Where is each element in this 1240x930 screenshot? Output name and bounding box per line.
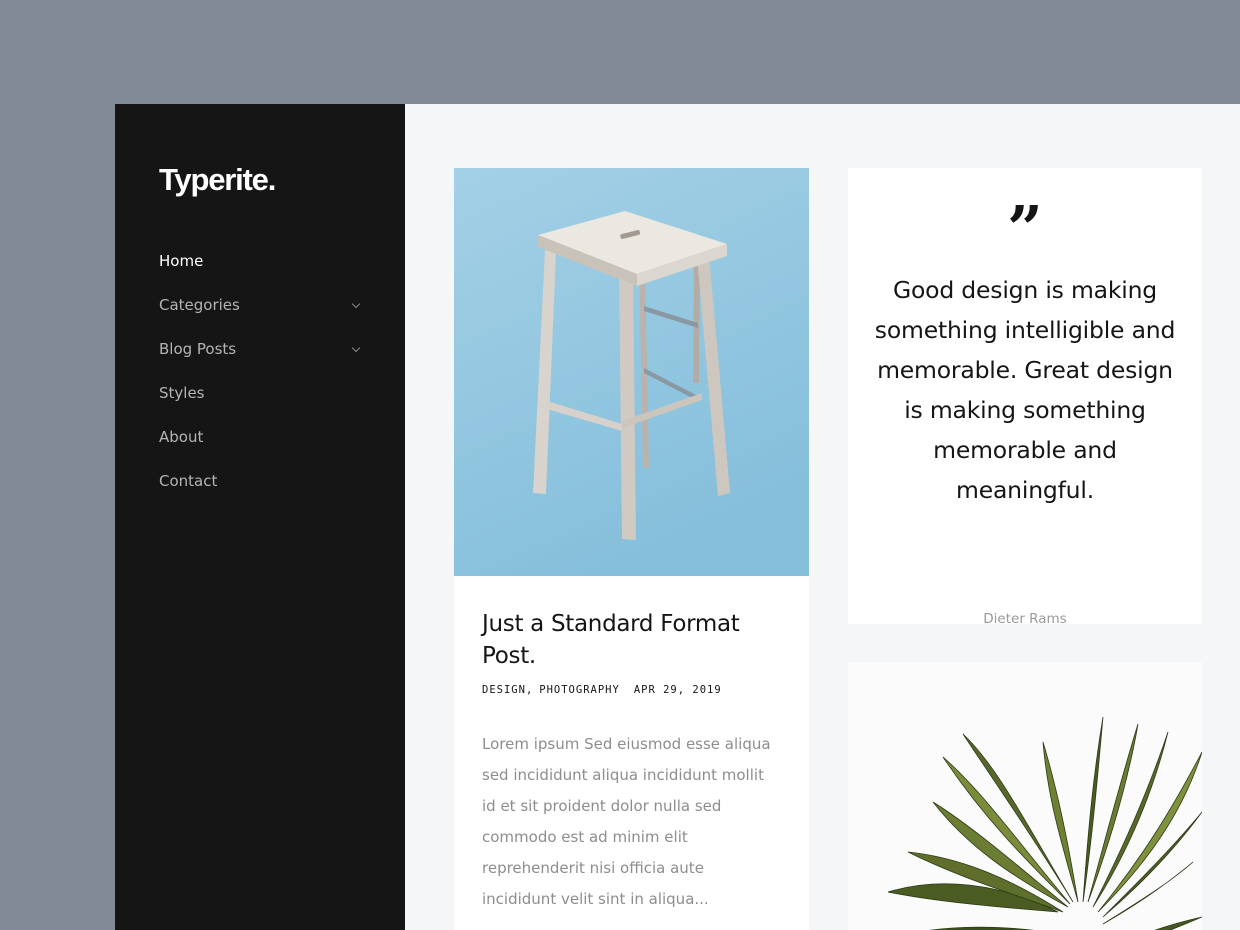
nav-item-label: Contact bbox=[159, 472, 218, 490]
sidebar: Typerite. Home Categories Blog Posts Sty… bbox=[115, 104, 405, 930]
post-body: Just a Standard Format Post. DESIGN , PH… bbox=[454, 576, 809, 915]
nav-item-blog-posts[interactable]: Blog Posts bbox=[159, 337, 364, 381]
post-category-link[interactable]: DESIGN bbox=[482, 684, 526, 696]
nav-item-label: About bbox=[159, 428, 204, 446]
nav-item-home[interactable]: Home bbox=[159, 249, 364, 293]
quote-author: Dieter Rams bbox=[983, 611, 1067, 627]
nav-item-label: Categories bbox=[159, 296, 240, 314]
nav-item-styles[interactable]: Styles bbox=[159, 381, 364, 425]
post-category-link[interactable]: PHOTOGRAPHY bbox=[539, 684, 620, 696]
post-meta: DESIGN , PHOTOGRAPHY APR 29, 2019 bbox=[482, 684, 781, 696]
nav-item-about[interactable]: About bbox=[159, 425, 364, 469]
quote-card: ” Good design is making something intell… bbox=[848, 168, 1202, 627]
post-excerpt: Lorem ipsum Sed eiusmod esse aliqua sed … bbox=[482, 735, 771, 908]
nav-item-contact[interactable]: Contact bbox=[159, 469, 364, 513]
nav-item-label: Home bbox=[159, 252, 204, 270]
nav-item-label: Blog Posts bbox=[159, 340, 237, 358]
quote-text: Good design is making something intellig… bbox=[874, 276, 1176, 504]
nav-item-label: Styles bbox=[159, 384, 205, 402]
main-content: Just a Standard Format Post. DESIGN , PH… bbox=[405, 104, 1240, 930]
chevron-down-icon[interactable] bbox=[351, 299, 361, 309]
site-logo[interactable]: Typerite. bbox=[159, 162, 276, 198]
main-nav: Home Categories Blog Posts Styles About … bbox=[159, 249, 364, 513]
plant-leaves-photo bbox=[848, 662, 1202, 930]
chevron-down-icon[interactable] bbox=[351, 343, 361, 353]
post-card: Just a Standard Format Post. DESIGN , PH… bbox=[454, 168, 809, 930]
post-featured-image[interactable] bbox=[454, 168, 809, 576]
category-separator: , bbox=[525, 684, 534, 696]
wooden-stool-photo bbox=[454, 168, 809, 576]
quote-icon: ” bbox=[1007, 192, 1043, 265]
plant-post-card[interactable] bbox=[848, 662, 1202, 930]
browser-frame: Typerite. Home Categories Blog Posts Sty… bbox=[115, 104, 1240, 930]
post-title[interactable]: Just a Standard Format Post. bbox=[482, 608, 781, 672]
post-date: APR 29, 2019 bbox=[633, 684, 722, 696]
nav-item-categories[interactable]: Categories bbox=[159, 293, 364, 337]
